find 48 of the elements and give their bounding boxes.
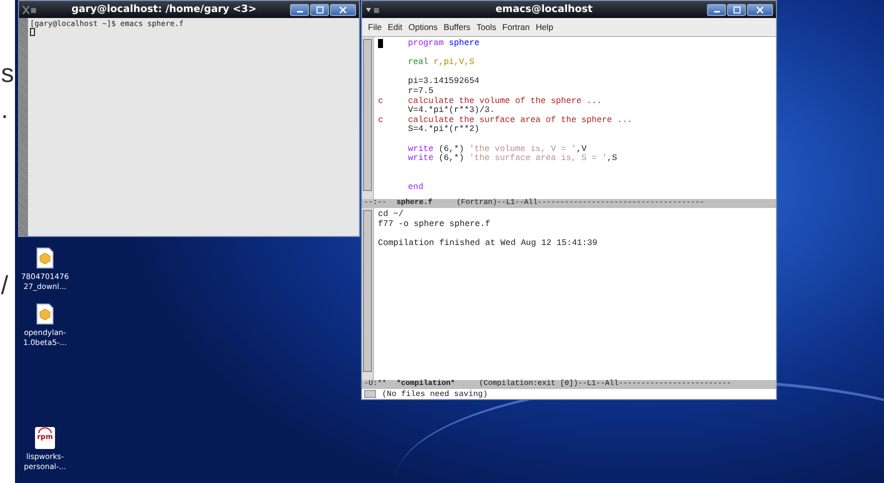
close-button[interactable] (330, 4, 356, 16)
minibuffer-message: (No files need saving) (382, 390, 488, 398)
text-cursor (378, 39, 383, 48)
close-button[interactable] (747, 4, 773, 16)
compilation-output-line: f77 -o sphere sphere.f (378, 220, 492, 230)
code-line: program sphere (408, 39, 480, 49)
menu-item[interactable]: Edit (388, 22, 402, 32)
code-line: V=4.*pi*(r**3)/3. (408, 106, 495, 116)
close-icon (338, 6, 348, 14)
close-icon (755, 6, 765, 14)
minimize-button[interactable] (290, 4, 309, 16)
menu-item[interactable]: File (368, 22, 382, 32)
maximize-button[interactable] (310, 4, 329, 16)
maximize-icon (732, 6, 742, 14)
scrollbar-thumb[interactable] (363, 39, 372, 191)
cut-off-text: / (1, 272, 10, 298)
compilation-output-line: cd ~/ (378, 210, 405, 220)
scrollbar-stub (364, 390, 376, 398)
code-line: write (6,*) 'the volume is, V = ',V (408, 144, 587, 154)
code-line: S=4.*pi*(r**2) (408, 125, 480, 135)
window-title: emacs@localhost (494, 4, 594, 15)
window-title: gary@localhost: /home/gary <3> (70, 4, 258, 15)
code-line: calculate the volume of the sphere ... (408, 96, 602, 106)
maximize-button[interactable] (727, 4, 746, 16)
maximize-icon (314, 6, 324, 14)
comment-marker: c (378, 116, 384, 126)
code-line: calculate the surface area of the sphere ... (408, 116, 632, 125)
menu-item[interactable]: Options (408, 22, 438, 32)
text-cursor (30, 28, 35, 36)
menu-item[interactable]: Help (536, 22, 554, 32)
package-file-icon[interactable] (35, 247, 55, 269)
comment-marker: c (378, 96, 384, 106)
package-file-icon[interactable] (34, 303, 55, 325)
compilation-output-line: Compilation finished at Wed Aug 12 15:41:39 (378, 238, 598, 248)
cut-off-text: . (1, 96, 10, 122)
code-line: end (408, 182, 424, 192)
code-line: real r,pi,V,S (408, 58, 474, 68)
code-line: write (6,*) 'the surface area is, S = ',S (408, 154, 618, 164)
code-line: r=7.5 (408, 86, 434, 96)
code-line: pi=3.141592654 (408, 77, 480, 87)
menu-item[interactable]: Tools (476, 22, 496, 32)
scrollbar-thumb[interactable] (363, 210, 372, 372)
x-logo-icon[interactable] (22, 4, 38, 14)
menu-item[interactable]: Fortran (502, 22, 530, 32)
menu-item[interactable]: Buffers (444, 22, 470, 32)
cut-off-text: s (1, 60, 15, 86)
scrollbar[interactable] (19, 18, 28, 236)
minimize-button[interactable] (707, 4, 726, 16)
